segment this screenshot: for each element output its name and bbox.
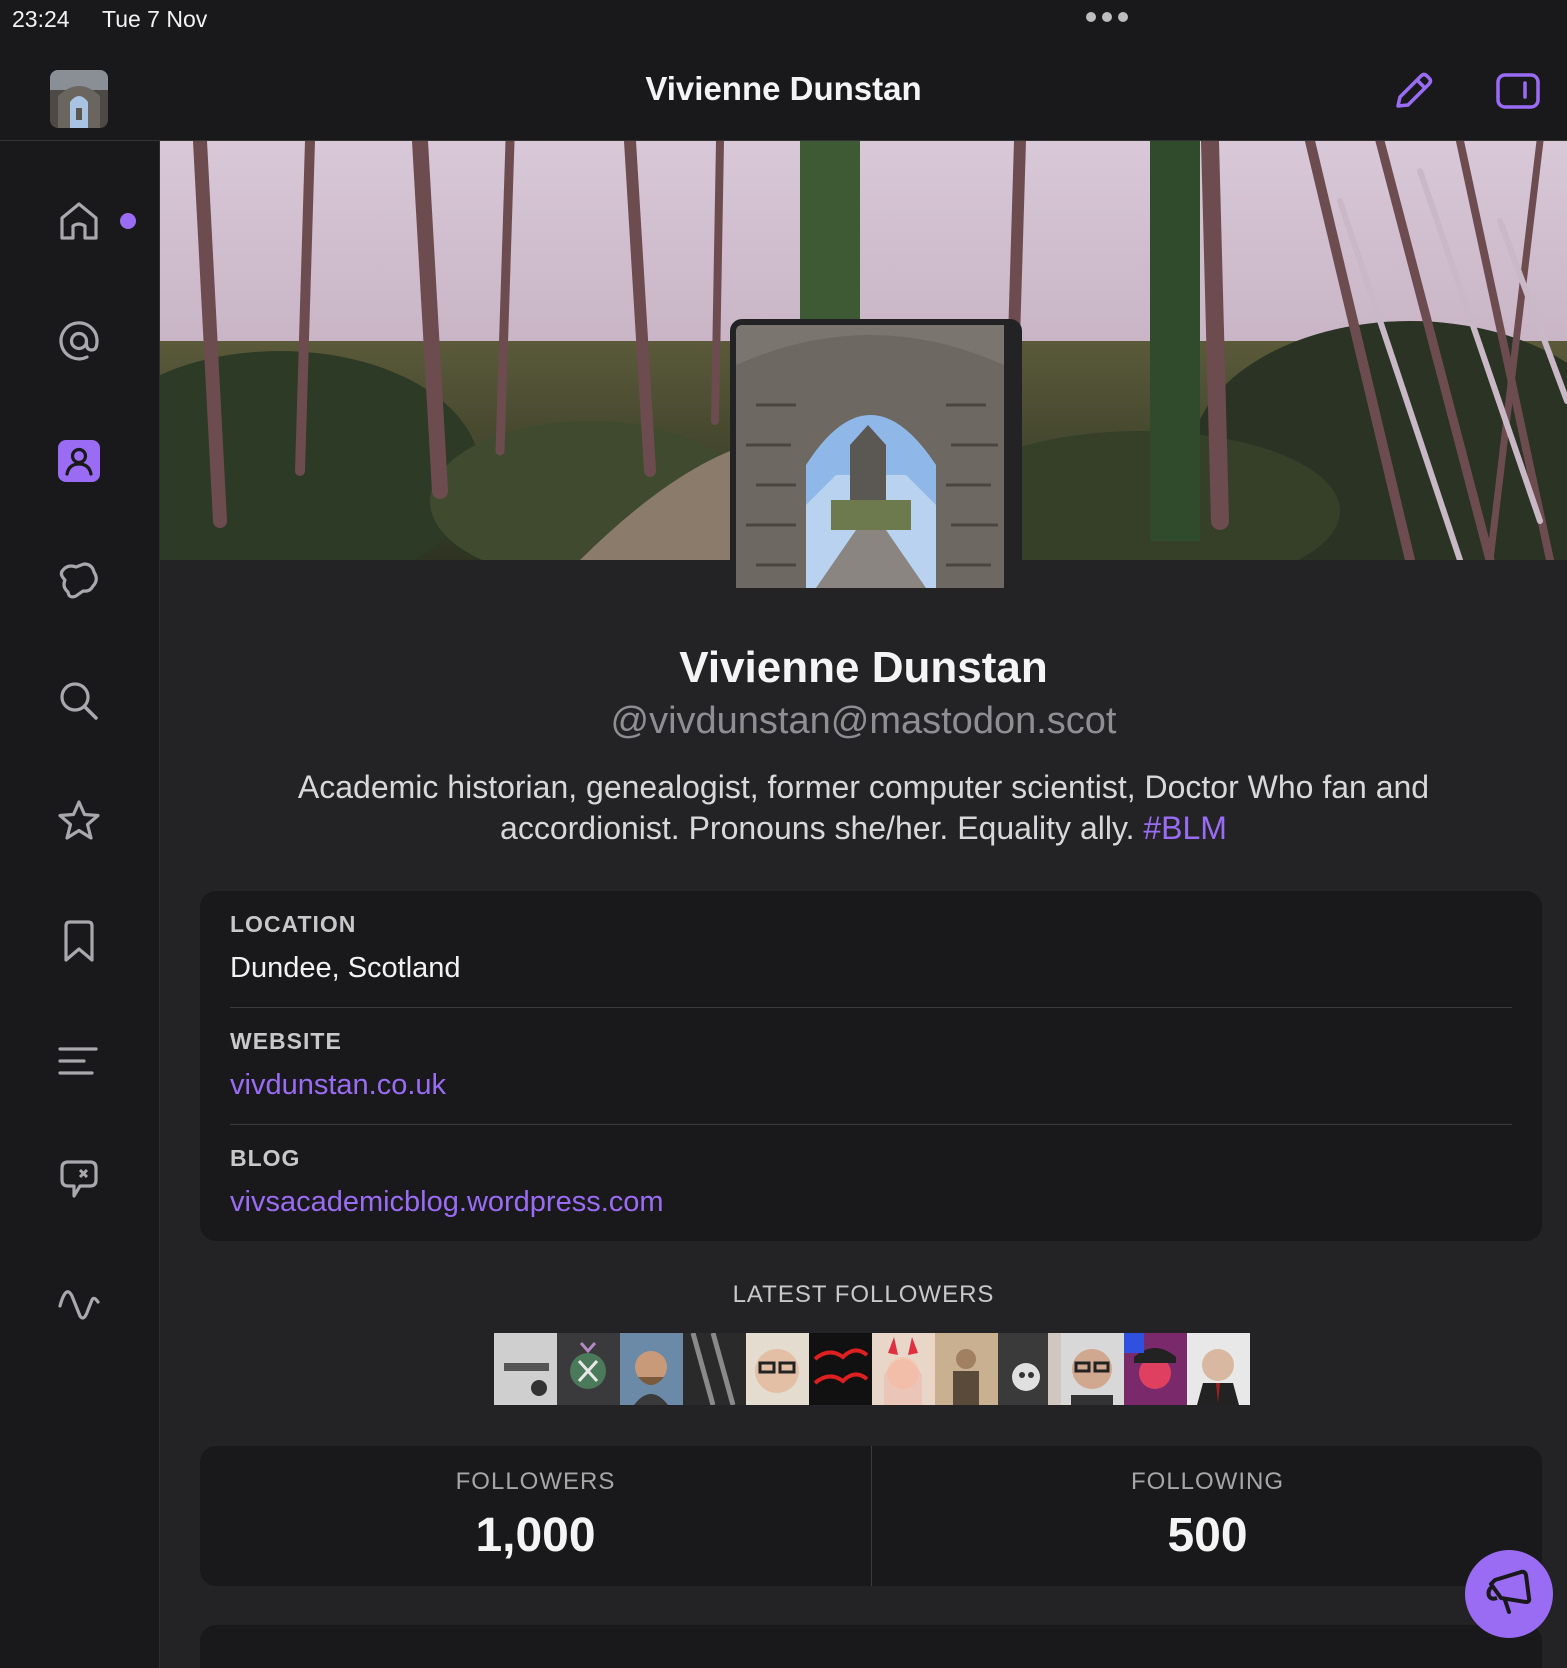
latest-followers-avatars[interactable]: [494, 1333, 1250, 1405]
star-icon: [58, 800, 100, 840]
home-icon: [60, 202, 98, 240]
sidebar-item-profile[interactable]: [54, 436, 104, 486]
latest-followers-title: LATEST FOLLOWERS: [732, 1281, 995, 1308]
field-location-label: LOCATION: [230, 911, 357, 937]
sidebar-item-home[interactable]: [54, 196, 104, 246]
field-location: LOCATION Dundee, Scotland: [230, 911, 1512, 985]
profile-fields-card: LOCATION Dundee, Scotland WEBSITE vivdun…: [200, 891, 1542, 1241]
bio-hashtag-link[interactable]: #BLM: [1143, 810, 1227, 846]
profile-bio: Academic historian, genealogist, former …: [240, 767, 1487, 849]
search-icon: [60, 682, 98, 720]
compose-button[interactable]: [1465, 1550, 1553, 1638]
follower-avatar[interactable]: [494, 1333, 557, 1405]
stats-card: FOLLOWERS 1,000 FOLLOWING 500: [200, 1446, 1542, 1586]
navigation-bar: Vivienne Dunstan: [0, 44, 1567, 141]
followers-count: 1,000: [475, 1509, 596, 1562]
explore-icon: [59, 562, 98, 599]
following-stat-button[interactable]: FOLLOWING 500: [872, 1446, 1543, 1586]
status-date: Tue 7 Nov: [102, 6, 208, 32]
profile-icon: [58, 440, 100, 482]
profile-section-card[interactable]: [200, 1625, 1542, 1668]
follower-avatar[interactable]: [935, 1333, 998, 1405]
follower-avatar[interactable]: [1061, 1333, 1124, 1405]
follower-avatar[interactable]: [746, 1333, 809, 1405]
follower-avatar[interactable]: [683, 1333, 746, 1405]
profile-display-name: Vivienne Dunstan: [679, 643, 1048, 692]
field-divider: [230, 1007, 1512, 1008]
direct-messages-icon: [60, 1160, 98, 1198]
following-label: FOLLOWING: [1130, 1468, 1284, 1495]
field-website-link[interactable]: vivdunstan.co.uk: [230, 1069, 1512, 1102]
profile-avatar[interactable]: [730, 319, 1022, 606]
profile-content[interactable]: Vivienne Dunstan @vivdunstan@mastodon.sc…: [160, 141, 1567, 1668]
following-count: 500: [1167, 1509, 1248, 1562]
sidebar-item-direct-messages[interactable]: [54, 1156, 104, 1206]
sidebar-item-bookmarks[interactable]: [54, 916, 104, 966]
field-website-label: WEBSITE: [230, 1028, 342, 1054]
sidebar-item-explore[interactable]: [54, 556, 104, 606]
sidebar-item-search[interactable]: [54, 676, 104, 726]
mentions-icon: [59, 321, 99, 361]
sidebar-item-favourites[interactable]: [54, 796, 104, 846]
field-divider: [230, 1124, 1512, 1125]
megaphone-icon: [1486, 1569, 1532, 1614]
field-blog: BLOG vivsacademicblog.wordpress.com: [230, 1145, 1512, 1219]
follower-avatar[interactable]: [809, 1333, 872, 1405]
multitasking-dots[interactable]: [1086, 12, 1128, 22]
sidebar: [0, 141, 160, 1668]
follower-avatar[interactable]: [557, 1333, 620, 1405]
follower-avatar[interactable]: [620, 1333, 683, 1405]
follower-avatar[interactable]: [872, 1333, 935, 1405]
followers-label: FOLLOWERS: [455, 1468, 616, 1495]
nav-title: Vivienne Dunstan: [645, 70, 922, 107]
status-bar: 23:24 Tue 7 Nov: [0, 0, 1567, 44]
edit-profile-button[interactable]: [1386, 64, 1440, 118]
followers-stat-button[interactable]: FOLLOWERS 1,000: [200, 1446, 871, 1586]
unread-indicator: [120, 213, 136, 229]
sidebar-item-mentions[interactable]: [54, 316, 104, 366]
sidebar-item-lists[interactable]: [54, 1036, 104, 1086]
sidebar-toggle-icon: [1496, 73, 1540, 109]
lists-icon: [58, 1047, 98, 1075]
bookmark-icon: [64, 920, 94, 962]
follower-avatar[interactable]: [1124, 1333, 1187, 1405]
bio-text: Academic historian, genealogist, former …: [297, 769, 1430, 846]
profile-handle: @vivdunstan@mastodon.scot: [610, 700, 1117, 742]
field-blog-label: BLOG: [230, 1145, 301, 1171]
toggle-sidebar-button[interactable]: [1491, 64, 1545, 118]
follower-avatar[interactable]: [1187, 1333, 1250, 1405]
follower-avatar[interactable]: [998, 1333, 1061, 1405]
status-time: 23:24: [12, 6, 70, 32]
activity-icon: [58, 1290, 100, 1320]
pencil-icon: [1396, 72, 1433, 108]
sidebar-item-activity[interactable]: [54, 1276, 104, 1326]
field-blog-link[interactable]: vivsacademicblog.wordpress.com: [230, 1186, 1512, 1219]
field-website: WEBSITE vivdunstan.co.uk: [230, 1028, 1512, 1102]
field-location-value: Dundee, Scotland: [230, 952, 461, 984]
